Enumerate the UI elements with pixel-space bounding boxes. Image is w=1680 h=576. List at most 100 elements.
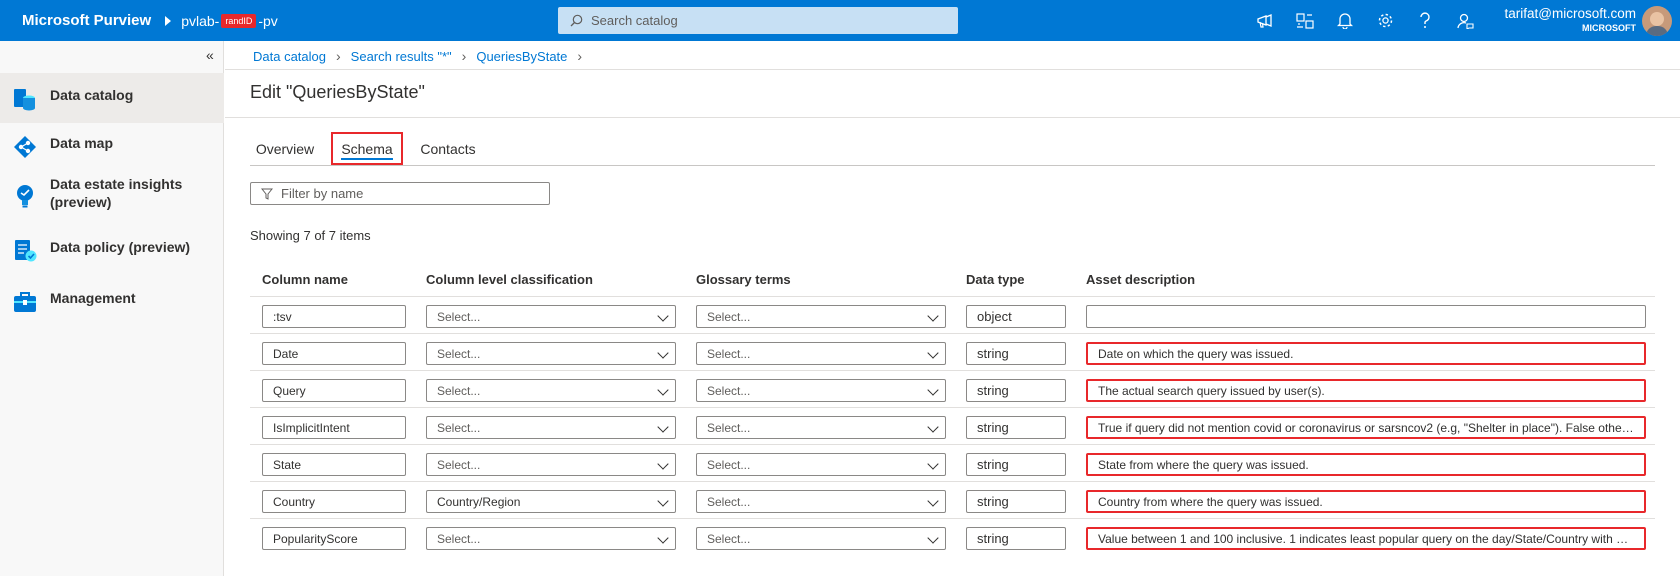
glossary-value: Select... <box>707 457 751 472</box>
column-name-input[interactable]: State <box>262 453 406 476</box>
table-row: State Select... Select... string State from … <box>250 444 1655 481</box>
classification-value: Select... <box>437 457 481 472</box>
nav-item-management[interactable]: Management <box>0 275 224 323</box>
glossary-terms-dropdown[interactable]: Select... <box>696 490 946 513</box>
glossary-terms-dropdown[interactable]: Select... <box>696 342 946 365</box>
column-name-value: Country <box>273 494 316 509</box>
nav-item-data-catalog[interactable]: Data catalog <box>0 73 224 123</box>
glossary-terms-dropdown[interactable]: Select... <box>696 527 946 550</box>
classification-value: Select... <box>437 309 481 324</box>
classification-dropdown[interactable]: Select... <box>426 342 676 365</box>
column-name-value: :tsv <box>273 309 292 324</box>
classification-dropdown[interactable]: Select... <box>426 416 676 439</box>
bell-icon[interactable] <box>1325 0 1365 41</box>
classification-dropdown[interactable]: Select... <box>426 527 676 550</box>
nav-item-data-estate-insights[interactable]: Data estate insights (preview) <box>0 169 224 229</box>
filter-by-name-input[interactable]: Filter by name <box>250 182 550 205</box>
brand-title[interactable]: Microsoft Purview <box>22 12 151 29</box>
help-icon[interactable] <box>1405 0 1445 41</box>
header-column-name: Column name <box>262 272 348 287</box>
header-glossary-terms: Glossary terms <box>696 272 791 287</box>
column-name-input[interactable]: Query <box>262 379 406 402</box>
column-name-input[interactable]: Date <box>262 342 406 365</box>
switch-directory-icon[interactable] <box>1285 0 1325 41</box>
chevron-down-icon <box>927 421 939 433</box>
classification-value: Country/Region <box>437 494 521 509</box>
column-name-input[interactable]: Country <box>262 490 406 513</box>
data-type-input[interactable]: string <box>966 342 1066 365</box>
asset-description-input[interactable]: State from where the query was issued. <box>1086 453 1646 476</box>
glossary-terms-dropdown[interactable]: Select... <box>696 379 946 402</box>
classification-dropdown[interactable]: Select... <box>426 379 676 402</box>
classification-value: Select... <box>437 531 481 546</box>
asset-description-input[interactable] <box>1086 305 1646 328</box>
breadcrumb-asset[interactable]: QueriesByState <box>476 49 567 64</box>
account-name[interactable]: pvlab- randID -pv <box>181 13 278 29</box>
data-type-input[interactable]: object <box>966 305 1066 328</box>
asset-description-input[interactable]: Country from where the query was issued. <box>1086 490 1646 513</box>
glossary-terms-dropdown[interactable]: Select... <box>696 453 946 476</box>
asset-description-input[interactable]: Date on which the query was issued. <box>1086 342 1646 365</box>
data-type-input[interactable]: string <box>966 453 1066 476</box>
column-name-input[interactable]: PopularityScore <box>262 527 406 550</box>
management-icon <box>14 292 36 312</box>
data-type-input[interactable]: string <box>966 379 1066 402</box>
description-value: Value between 1 and 100 inclusive. 1 ind… <box>1098 531 1636 546</box>
glossary-value: Select... <box>707 531 751 546</box>
nav-label: Data policy (preview) <box>50 239 191 255</box>
data-type-value: string <box>977 346 1009 361</box>
header-classification: Column level classification <box>426 272 593 287</box>
data-type-input[interactable]: string <box>966 527 1066 550</box>
asset-description-input[interactable]: The actual search query issued by user(s… <box>1086 379 1646 402</box>
chevron-down-icon <box>927 532 939 544</box>
column-name-input[interactable]: :tsv <box>262 305 406 328</box>
data-type-value: string <box>977 420 1009 435</box>
search-catalog-input[interactable]: Search catalog <box>558 7 958 34</box>
chevron-down-icon <box>657 532 669 544</box>
megaphone-icon[interactable] <box>1245 0 1285 41</box>
asset-description-input[interactable]: True if query did not mention covid or c… <box>1086 416 1646 439</box>
column-name-value: IsImplicitIntent <box>273 420 350 435</box>
classification-dropdown[interactable]: Select... <box>426 305 676 328</box>
data-policy-icon <box>15 240 37 262</box>
breadcrumb-data-catalog[interactable]: Data catalog <box>253 49 326 64</box>
gear-icon[interactable] <box>1365 0 1405 41</box>
tab-overview[interactable]: Overview <box>250 132 320 165</box>
description-value: State from where the query was issued. <box>1098 457 1309 472</box>
classification-dropdown[interactable]: Country/Region <box>426 490 676 513</box>
table-row: IsImplicitIntent Select... Select... string… <box>250 407 1655 444</box>
glossary-value: Select... <box>707 309 751 324</box>
column-name-value: Date <box>273 346 299 361</box>
tab-schema[interactable]: Schema <box>331 132 403 165</box>
tab-contacts[interactable]: Contacts <box>413 132 483 165</box>
data-type-value: string <box>977 531 1009 546</box>
account-suffix: -pv <box>258 12 278 29</box>
asset-description-input[interactable]: Value between 1 and 100 inclusive. 1 ind… <box>1086 527 1646 550</box>
data-type-input[interactable]: string <box>966 416 1066 439</box>
breadcrumb-search-results[interactable]: Search results "*" <box>351 49 452 64</box>
user-org: MICROSOFT <box>1582 23 1636 33</box>
nav-item-data-policy[interactable]: Data policy (preview) <box>0 229 224 275</box>
glossary-value: Select... <box>707 494 751 509</box>
nav-item-data-map[interactable]: Data map <box>0 123 224 169</box>
user-email: tarifat@microsoft.com <box>1504 6 1636 21</box>
feedback-icon[interactable] <box>1445 0 1485 41</box>
classification-dropdown[interactable]: Select... <box>426 453 676 476</box>
avatar[interactable] <box>1642 6 1672 36</box>
glossary-value: Select... <box>707 346 751 361</box>
user-info[interactable]: tarifat@microsoft.com MICROSOFT <box>1505 6 1636 33</box>
chevron-down-icon <box>927 458 939 470</box>
description-value: The actual search query issued by user(s… <box>1098 383 1325 398</box>
header-data-type: Data type <box>966 272 1025 287</box>
collapse-nav-icon[interactable]: « <box>206 47 214 63</box>
classification-value: Select... <box>437 420 481 435</box>
header-asset-description: Asset description <box>1086 272 1196 287</box>
glossary-terms-dropdown[interactable]: Select... <box>696 305 946 328</box>
table-row: :tsv Select... Select... object <box>250 296 1655 333</box>
nav-label: Data catalog <box>50 87 134 103</box>
caret-right-icon <box>165 15 172 26</box>
column-name-input[interactable]: IsImplicitIntent <box>262 416 406 439</box>
table-row: Query Select... Select... string The actual … <box>250 370 1655 407</box>
data-type-input[interactable]: string <box>966 490 1066 513</box>
glossary-terms-dropdown[interactable]: Select... <box>696 416 946 439</box>
